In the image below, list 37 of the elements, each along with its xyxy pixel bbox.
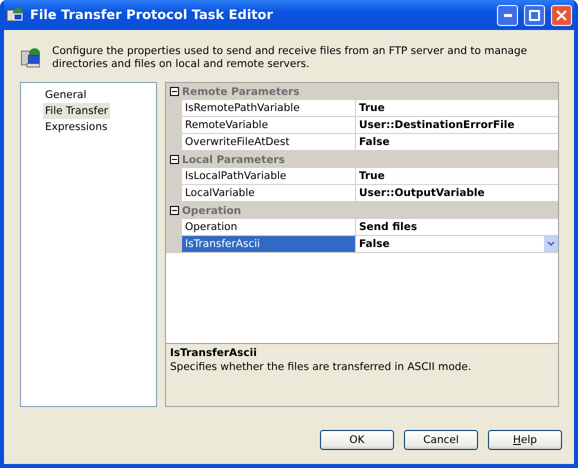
page-list-item[interactable]: General — [43, 87, 88, 103]
minimize-icon — [504, 14, 512, 16]
close-button[interactable] — [551, 4, 572, 26]
close-icon — [556, 10, 567, 20]
cancel-button[interactable]: Cancel — [404, 430, 478, 450]
collapse-icon[interactable] — [170, 87, 178, 96]
property-name[interactable]: OverwriteFileAtDest — [182, 134, 356, 151]
collapse-icon[interactable] — [170, 155, 178, 164]
description-text: Configure the properties used to send and receive files from an FTP server and to manage directories and files on local and remote servers. — [52, 45, 528, 71]
property-name[interactable]: RemoteVariable — [182, 117, 356, 134]
help-title: IsTransferAscii — [170, 347, 258, 359]
property-value[interactable]: User::DestinationErrorFile — [359, 117, 558, 133]
page-list-item[interactable]: Expressions — [43, 119, 110, 135]
collapse-icon[interactable] — [170, 206, 178, 215]
property-name[interactable]: LocalVariable — [182, 185, 356, 202]
app-icon — [6, 7, 24, 23]
help-text: Specifies whether the files are transferred in ASCII mode. — [170, 361, 472, 373]
property-value[interactable]: True — [359, 100, 558, 116]
property-value[interactable]: Send files — [359, 219, 558, 235]
category-name: Operation — [182, 204, 242, 216]
property-value[interactable]: User::OutputVariable — [359, 185, 558, 201]
help-button[interactable]: Help — [488, 430, 562, 450]
minimize-button[interactable] — [497, 4, 518, 26]
ok-button[interactable]: OK — [320, 430, 394, 450]
page-list-item[interactable]: File Transfer — [43, 103, 110, 119]
property-name[interactable]: Operation — [182, 219, 356, 236]
property-name[interactable]: IsLocalPathVariable — [182, 168, 356, 185]
property-value[interactable]: False — [359, 134, 558, 150]
maximize-icon — [529, 10, 540, 20]
property-value[interactable]: True — [359, 168, 558, 184]
maximize-button[interactable] — [524, 4, 545, 26]
property-name[interactable]: IsRemotePathVariable — [182, 100, 356, 117]
property-value[interactable]: False — [359, 236, 544, 252]
category-name: Remote Parameters — [182, 86, 300, 98]
window-title: File Transfer Protocol Task Editor — [30, 8, 274, 22]
property-name[interactable]: IsTransferAscii — [182, 236, 356, 253]
category-name: Local Parameters — [182, 154, 285, 166]
